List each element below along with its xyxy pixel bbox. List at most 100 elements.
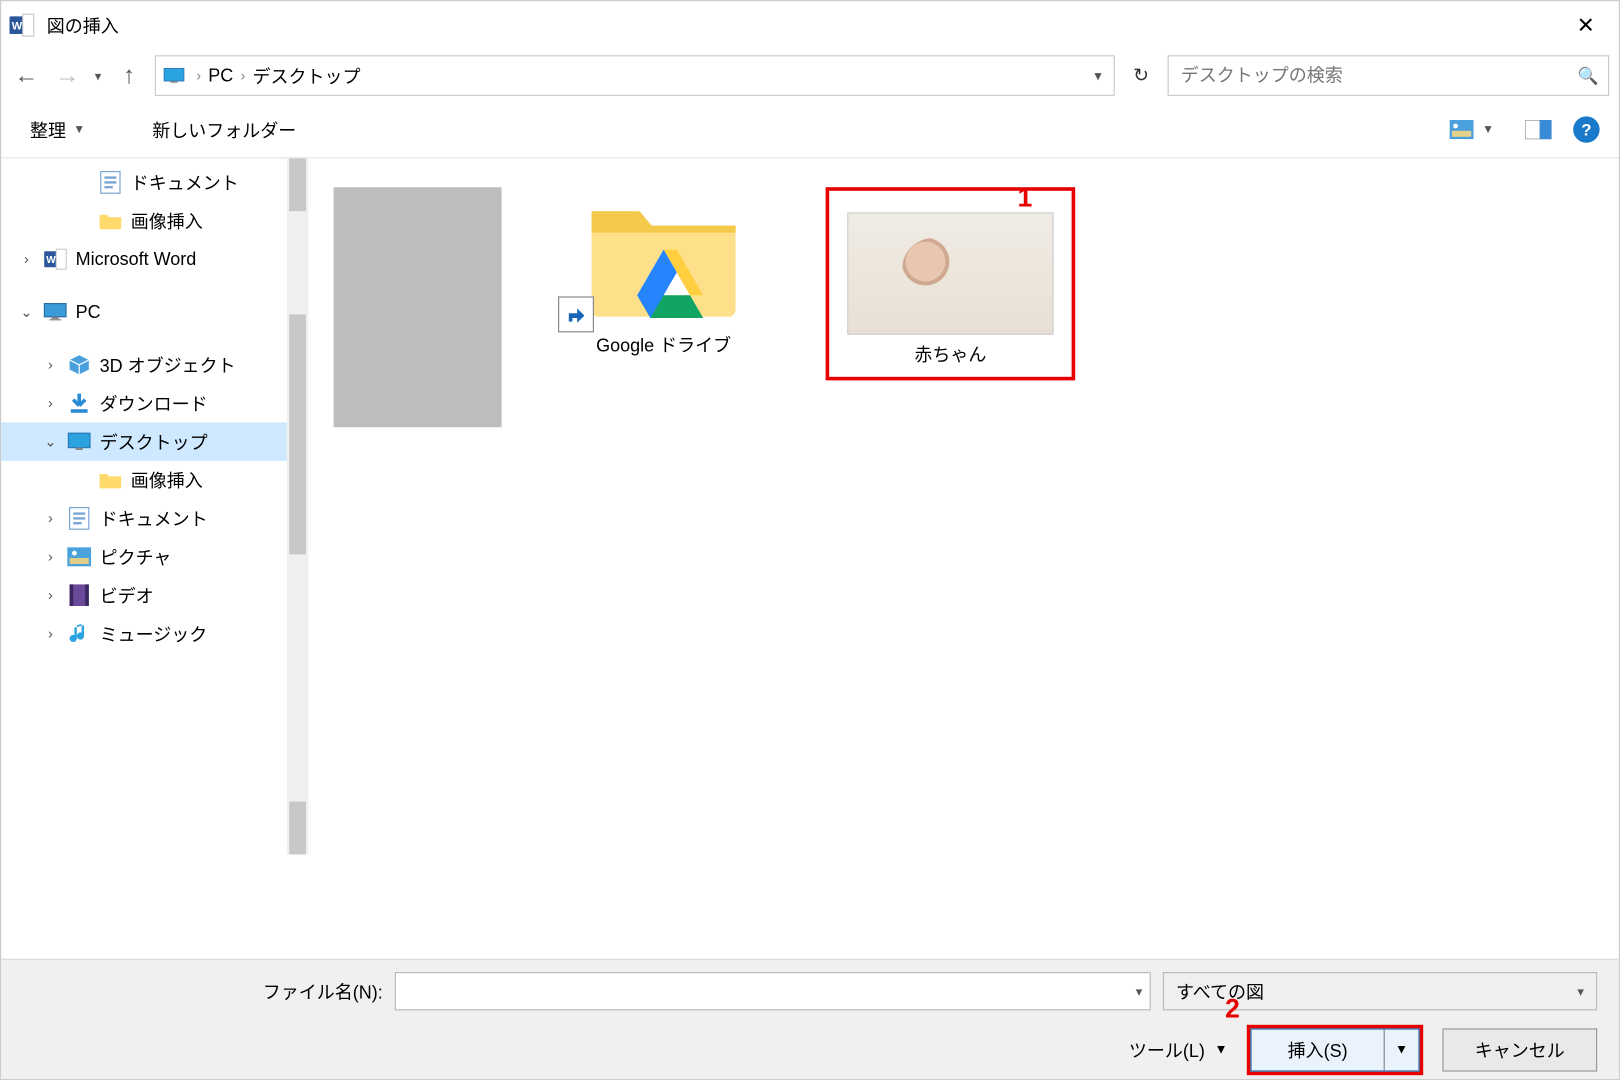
tree-item-label: ドキュメント — [100, 506, 208, 531]
tree-item[interactable]: ›ビデオ — [1, 576, 287, 614]
chevron-down-icon: ▼ — [73, 123, 85, 136]
insert-button[interactable]: 挿入(S) ▼ — [1250, 1028, 1419, 1071]
chevron-down-icon: ▾ — [1577, 983, 1584, 999]
chevron-right-icon[interactable]: › — [42, 548, 59, 565]
tree-item[interactable]: › ドキュメント — [1, 499, 287, 537]
close-button[interactable]: ✕ — [1560, 5, 1612, 45]
chevron-right-icon[interactable]: › — [42, 510, 59, 527]
cancel-button[interactable]: キャンセル — [1442, 1028, 1597, 1071]
thumbnails-icon — [1449, 116, 1475, 142]
new-folder-button[interactable]: 新しいフォルダー — [143, 112, 306, 147]
chevron-right-icon[interactable]: › — [42, 395, 59, 412]
filetype-value: すべての図 — [1176, 979, 1264, 1004]
organize-label: 整理 — [30, 117, 66, 142]
folder-label: Google ドライブ — [550, 332, 778, 357]
bottom-panel: ファイル名(N): ▾ すべての図 ▾ ツール(L) ▼ 2 挿入(S) ▼ — [1, 959, 1619, 1079]
organize-menu[interactable]: 整理 ▼ — [20, 112, 94, 147]
tree-item-label: ミュージック — [100, 621, 208, 646]
filename-input[interactable]: ▾ — [395, 972, 1151, 1010]
svg-text:W: W — [12, 21, 23, 33]
chevron-right-icon[interactable]: › — [42, 587, 59, 604]
monitor-icon — [163, 62, 189, 88]
breadcrumb-segment[interactable]: デスクトップ — [252, 63, 360, 88]
tree-item-label: Microsoft Word — [76, 249, 197, 269]
help-button[interactable]: ? — [1573, 116, 1599, 142]
tree-item[interactable]: ›画像挿入 — [1, 461, 287, 499]
doc-icon — [66, 505, 92, 531]
address-dropdown[interactable]: ▾ — [1090, 67, 1107, 84]
folder-item-google-drive[interactable]: Google ドライブ — [550, 187, 778, 357]
new-folder-label: 新しいフォルダー — [152, 117, 296, 142]
address-bar[interactable]: › PC › デスクトップ ▾ — [154, 55, 1115, 96]
chevron-down-icon[interactable]: ⌄ — [18, 304, 35, 321]
shortcut-overlay-icon — [558, 296, 594, 332]
refresh-button[interactable]: ↻ — [1124, 59, 1158, 93]
folder-icon — [97, 467, 123, 493]
chevron-right-icon[interactable]: › — [42, 356, 59, 373]
chevron-down-icon[interactable]: ⌄ — [42, 433, 59, 450]
chevron-right-icon: › — [189, 67, 208, 84]
toolbar: 整理 ▼ 新しいフォルダー ▼ ? — [1, 102, 1619, 158]
search-input[interactable] — [1178, 64, 1577, 87]
vertical-scrollbar[interactable] — [287, 158, 309, 854]
word-icon: W — [42, 246, 68, 272]
navigation-row: ← → ▾ ↑ › PC › デスクトップ ▾ ↻ 🔍 — [1, 49, 1619, 102]
tree-item-label: ダウンロード — [100, 391, 208, 416]
chevron-down-icon: ▼ — [1482, 123, 1494, 136]
tools-menu[interactable]: ツール(L) ▼ — [1129, 1037, 1228, 1062]
filename-label: ファイル名(N): — [23, 979, 383, 1004]
cancel-label: キャンセル — [1475, 1037, 1565, 1062]
chevron-down-icon: ▾ — [1136, 983, 1143, 999]
video-icon — [66, 582, 92, 608]
folder-icon — [580, 187, 748, 325]
tree-item[interactable]: › ダウンロード — [1, 384, 287, 422]
chevron-down-icon: ▼ — [1395, 1043, 1408, 1057]
tree-item[interactable]: ›ドキュメント — [1, 163, 287, 201]
tree-item[interactable]: › ミュージック — [1, 614, 287, 652]
tree-item[interactable]: ›ピクチャ — [1, 538, 287, 576]
window-title: 図の挿入 — [47, 13, 119, 38]
scroll-down-arrow[interactable] — [289, 802, 306, 855]
placeholder-thumbnail[interactable] — [334, 187, 502, 427]
tree-item-label: ドキュメント — [131, 170, 239, 195]
preview-pane-button[interactable] — [1525, 116, 1551, 142]
title-bar: W 図の挿入 ✕ — [1, 1, 1619, 49]
search-box[interactable]: 🔍 — [1168, 55, 1610, 96]
music-icon — [66, 620, 92, 646]
forward-button[interactable]: → — [52, 60, 83, 91]
tree-item[interactable]: ⌄ PC — [1, 293, 287, 331]
chevron-down-icon: ▼ — [1215, 1043, 1228, 1057]
callout-2: 2 — [1225, 994, 1240, 1025]
tree-item[interactable]: ›画像挿入 — [1, 202, 287, 240]
tree-item[interactable]: ›3D オブジェクト — [1, 346, 287, 384]
pc-icon — [42, 299, 68, 325]
tree-item[interactable]: › W Microsoft Word — [1, 240, 287, 278]
doc-icon — [97, 169, 123, 195]
breadcrumb-segment[interactable]: PC — [208, 65, 233, 85]
tree-item-label: 画像挿入 — [131, 208, 203, 233]
tree-item-label: デスクトップ — [100, 429, 208, 454]
word-app-icon: W — [8, 12, 34, 38]
file-item-baby[interactable]: 赤ちゃん — [826, 187, 1076, 380]
main-area: ›ドキュメント›画像挿入›WMicrosoft Word⌄PC›3D オブジェク… — [1, 158, 1619, 854]
pictures-icon — [66, 544, 92, 570]
tools-label: ツール(L) — [1129, 1037, 1205, 1062]
insert-split-dropdown[interactable]: ▼ — [1384, 1030, 1419, 1071]
chevron-right-icon[interactable]: › — [18, 251, 35, 268]
file-content-area[interactable]: Google ドライブ 赤ちゃん 1 — [310, 158, 1619, 854]
chevron-right-icon[interactable]: › — [42, 625, 59, 642]
tree-item-label: PC — [76, 302, 101, 322]
folder-icon — [97, 208, 123, 234]
view-mode-button[interactable]: ▼ — [1439, 112, 1504, 148]
up-button[interactable]: ↑ — [113, 60, 144, 91]
scroll-up-arrow[interactable] — [289, 158, 306, 211]
tree-item[interactable]: ⌄ デスクトップ — [1, 422, 287, 460]
navigation-tree: ›ドキュメント›画像挿入›WMicrosoft Word⌄PC›3D オブジェク… — [1, 158, 309, 854]
callout-1: 1 — [1018, 182, 1033, 213]
back-button[interactable]: ← — [11, 60, 42, 91]
scroll-thumb[interactable] — [289, 314, 306, 554]
search-icon: 🔍 — [1577, 65, 1598, 85]
history-dropdown[interactable]: ▾ — [92, 68, 103, 84]
download-icon — [66, 390, 92, 416]
tree-item-label: 画像挿入 — [131, 467, 203, 492]
